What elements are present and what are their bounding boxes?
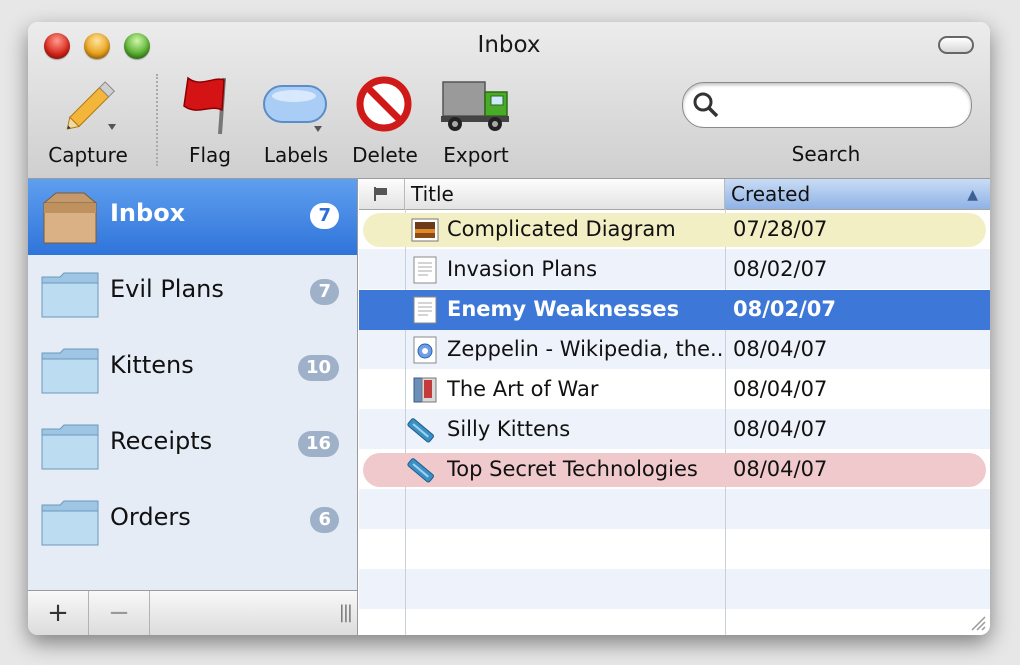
flag-column-icon: [374, 187, 387, 201]
folder-icon: [41, 348, 99, 394]
sidebar-item-label: Orders: [110, 503, 191, 531]
row-created: 08/02/07: [733, 257, 828, 281]
column-header-title[interactable]: Title: [405, 179, 725, 209]
sidebar-resize-grip[interactable]: |||: [339, 602, 353, 623]
sort-ascending-icon: ▲: [967, 187, 978, 203]
table-row[interactable]: Complicated Diagram 07/28/07: [359, 210, 990, 250]
flag-label: Flag: [188, 143, 231, 167]
row-created: 08/04/07: [733, 337, 828, 361]
row-title: Invasion Plans: [447, 257, 598, 281]
capture-label: Capture: [48, 143, 128, 167]
delete-button[interactable]: Delete: [346, 74, 424, 170]
text-document-icon: [413, 256, 437, 284]
sidebar-item-label: Receipts: [110, 427, 213, 455]
folder-icon: [41, 272, 99, 318]
no-sign-icon: [356, 76, 412, 132]
resize-grip-icon[interactable]: [968, 613, 986, 631]
export-label: Export: [443, 143, 509, 167]
row-created: 07/28/07: [733, 217, 828, 241]
table-row[interactable]: Top Secret Technologies 08/04/07: [359, 450, 990, 490]
count-badge: 10: [297, 355, 339, 381]
count-badge: 7: [310, 203, 339, 229]
table-row[interactable]: Zeppelin - Wikipedia, the... 08/04/07: [359, 330, 990, 370]
sidebar-item-orders[interactable]: Orders 6: [28, 483, 357, 559]
sidebar-item-label: Evil Plans: [110, 275, 224, 303]
table-header: Title Created ▲: [359, 179, 990, 210]
sidebar-item-label: Kittens: [110, 351, 194, 379]
delete-label: Delete: [352, 143, 418, 167]
app-window: Inbox Capture Flag Labels Delete Export …: [28, 22, 990, 635]
export-button[interactable]: Export: [436, 74, 516, 170]
bookmark-icon: [407, 418, 434, 443]
add-folder-button[interactable]: +: [28, 591, 89, 635]
sidebar: Inbox 7 Evil Plans 7 Kittens 10 Receipts…: [28, 179, 358, 635]
search-icon: [693, 92, 719, 118]
column-header-created[interactable]: Created ▲: [725, 179, 990, 209]
row-title: The Art of War: [447, 377, 599, 401]
folder-icon: [41, 424, 99, 470]
row-title: Top Secret Technologies: [447, 457, 698, 481]
window-title: Inbox: [477, 32, 541, 58]
table-row[interactable]: The Art of War 08/04/07: [359, 370, 990, 410]
search-input[interactable]: [723, 91, 957, 119]
pencil-icon: [66, 81, 116, 130]
row-created: 08/04/07: [733, 377, 828, 401]
table-row[interactable]: Silly Kittens 08/04/07: [359, 410, 990, 450]
web-archive-icon: [413, 336, 437, 364]
capture-button[interactable]: Capture: [36, 74, 140, 170]
label-bubble-icon: [263, 85, 327, 132]
sidebar-footer: + − |||: [28, 590, 357, 635]
row-title: Complicated Diagram: [447, 217, 676, 241]
inbox-box-icon: [42, 192, 98, 244]
titlebar: Inbox Capture Flag Labels Delete Export …: [28, 22, 990, 179]
count-badge: 6: [310, 507, 339, 533]
table-row[interactable]: Enemy Weaknesses 08/02/07: [359, 290, 990, 330]
search-field[interactable]: [682, 82, 972, 128]
row-title: Zeppelin - Wikipedia, the...: [447, 337, 723, 361]
row-title: Silly Kittens: [447, 417, 571, 441]
bookmark-icon: [407, 458, 434, 483]
flag-icon: [183, 76, 226, 135]
text-document-icon: [413, 296, 437, 324]
toolbar-toggle-button[interactable]: [938, 36, 974, 54]
labels-button[interactable]: Labels: [260, 74, 332, 170]
row-created: 08/04/07: [733, 417, 828, 441]
sidebar-item-evil-plans[interactable]: Evil Plans 7: [28, 255, 357, 331]
sidebar-item-label: Inbox: [110, 199, 186, 227]
sidebar-item-receipts[interactable]: Receipts 16: [28, 407, 357, 483]
search-label: Search: [791, 142, 861, 166]
row-created: 08/04/07: [733, 457, 828, 481]
truck-icon: [441, 81, 509, 131]
sidebar-item-kittens[interactable]: Kittens 10: [28, 331, 357, 407]
image-icon: [411, 218, 439, 242]
table-row[interactable]: Invasion Plans 08/02/07: [359, 250, 990, 290]
sidebar-item-inbox[interactable]: Inbox 7: [28, 179, 357, 255]
column-header-flag[interactable]: [359, 179, 405, 209]
row-created: 08/02/07: [733, 297, 837, 321]
count-badge: 16: [297, 431, 339, 457]
document-list: Title Created ▲ Complicated Diagram 07/2…: [359, 179, 990, 635]
book-icon: [413, 377, 437, 403]
labels-label: Labels: [263, 143, 329, 167]
remove-folder-button[interactable]: −: [89, 591, 150, 635]
toolbar-separator: [156, 74, 158, 166]
flag-button[interactable]: Flag: [178, 74, 242, 170]
column-header-created-label: Created: [731, 182, 811, 206]
folder-icon: [41, 500, 99, 546]
row-title: Enemy Weaknesses: [447, 297, 680, 321]
count-badge: 7: [310, 279, 339, 305]
